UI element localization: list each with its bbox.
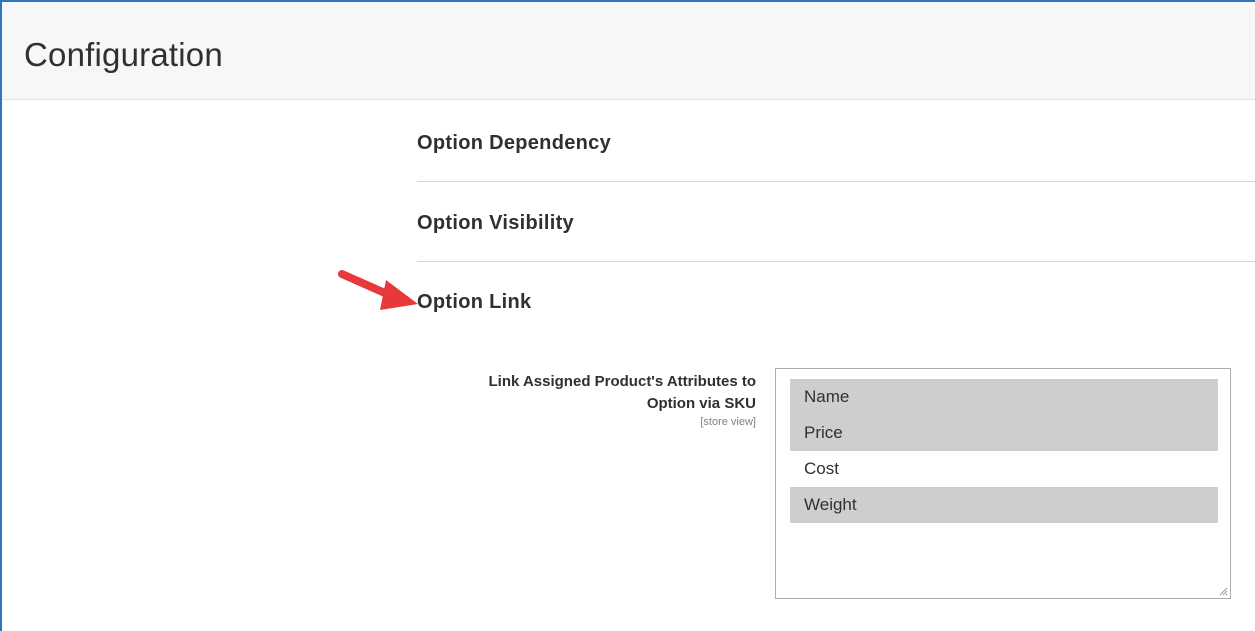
field-label-line2: Option via SKU (646, 395, 756, 412)
page-title: Configuration (24, 36, 223, 73)
red-arrow-icon (338, 270, 418, 310)
option-name[interactable]: Name (790, 379, 1218, 415)
attributes-multiselect[interactable]: Name Price Cost Weight (775, 368, 1231, 599)
resize-grip-icon[interactable] (1218, 586, 1228, 596)
section-option-visibility[interactable]: Option Visibility (417, 212, 1255, 235)
section-divider (417, 261, 1255, 262)
field-label-line1: Link Assigned Product's Attributes to (488, 373, 756, 390)
section-option-dependency[interactable]: Option Dependency (417, 132, 1255, 155)
option-price[interactable]: Price (790, 415, 1218, 451)
page-header: Configuration (2, 2, 1255, 100)
field-label: Link Assigned Product's Attributes to Op… (412, 371, 756, 415)
scope-label: [store view] (700, 416, 756, 428)
section-divider (417, 181, 1255, 182)
section-option-link[interactable]: Option Link (417, 291, 1255, 314)
option-weight[interactable]: Weight (790, 487, 1218, 523)
configuration-page: Configuration Option Dependency Option V… (0, 0, 1255, 631)
option-cost[interactable]: Cost (790, 451, 1218, 487)
